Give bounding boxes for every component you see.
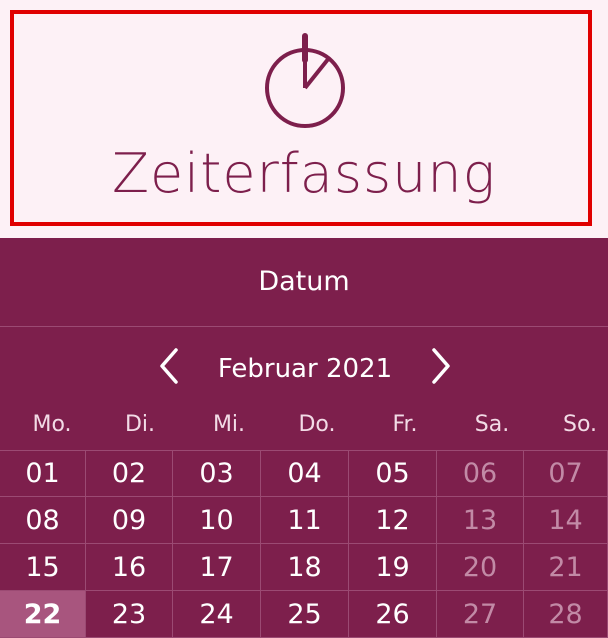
app-title: Zeiterfassung [111,142,497,205]
day-cell[interactable]: 19 [349,544,437,591]
day-cell[interactable]: 13 [437,497,524,544]
day-cell[interactable]: 11 [261,497,349,544]
day-cell[interactable]: 18 [261,544,349,591]
day-cell[interactable]: 08 [0,497,86,544]
weekday-label: Di. [124,412,156,437]
day-cell[interactable]: 28 [524,591,608,638]
day-cell[interactable]: 02 [86,450,173,497]
day-cell[interactable]: 12 [349,497,437,544]
day-cell[interactable]: 04 [261,450,349,497]
chevron-right-icon[interactable] [424,346,454,386]
weekday-label: Sa. [474,412,510,437]
weekday-label: Fr. [392,412,418,437]
day-cell[interactable]: 26 [349,591,437,638]
day-cell[interactable]: 21 [524,544,608,591]
day-cell[interactable]: 07 [524,450,608,497]
weekday-label: Mi. [212,412,246,437]
day-cell[interactable]: 23 [86,591,173,638]
stopwatch-icon [265,33,345,128]
month-label: Februar 2021 [217,354,393,384]
day-cell[interactable]: 15 [0,544,86,591]
day-cell[interactable]: 10 [173,497,261,544]
day-cell[interactable]: 01 [0,450,86,497]
app-header: Zeiterfassung [0,0,608,238]
day-cell[interactable]: 06 [437,450,524,497]
day-cell[interactable]: 25 [261,591,349,638]
day-cell[interactable]: 03 [173,450,261,497]
day-cell[interactable]: 09 [86,497,173,544]
day-cell[interactable]: 14 [524,497,608,544]
weekday-label: Mo. [32,412,72,437]
day-cell[interactable]: 17 [173,544,261,591]
datepicker-heading: Datum [258,266,350,297]
day-cell[interactable]: 20 [437,544,524,591]
day-cell[interactable]: 05 [349,450,437,497]
chevron-left-icon[interactable] [156,346,186,386]
weekday-label: Do. [298,412,336,437]
day-cell[interactable]: 24 [173,591,261,638]
calendar-grid: 01 02 03 04 05 06 07 08 09 10 11 12 13 14 15 16 17 18 19 20… [0,450,608,638]
day-cell[interactable]: 16 [86,544,173,591]
weekday-header-row: Mo. Di. Mi. Do. Fr. Sa. So. [0,410,608,450]
weekday-label: So. [562,412,598,437]
day-cell[interactable]: 27 [437,591,524,638]
month-navigation: Februar 2021 [0,326,608,410]
day-cell[interactable]: 22 [0,591,86,638]
datepicker-header: Datum [0,238,608,327]
